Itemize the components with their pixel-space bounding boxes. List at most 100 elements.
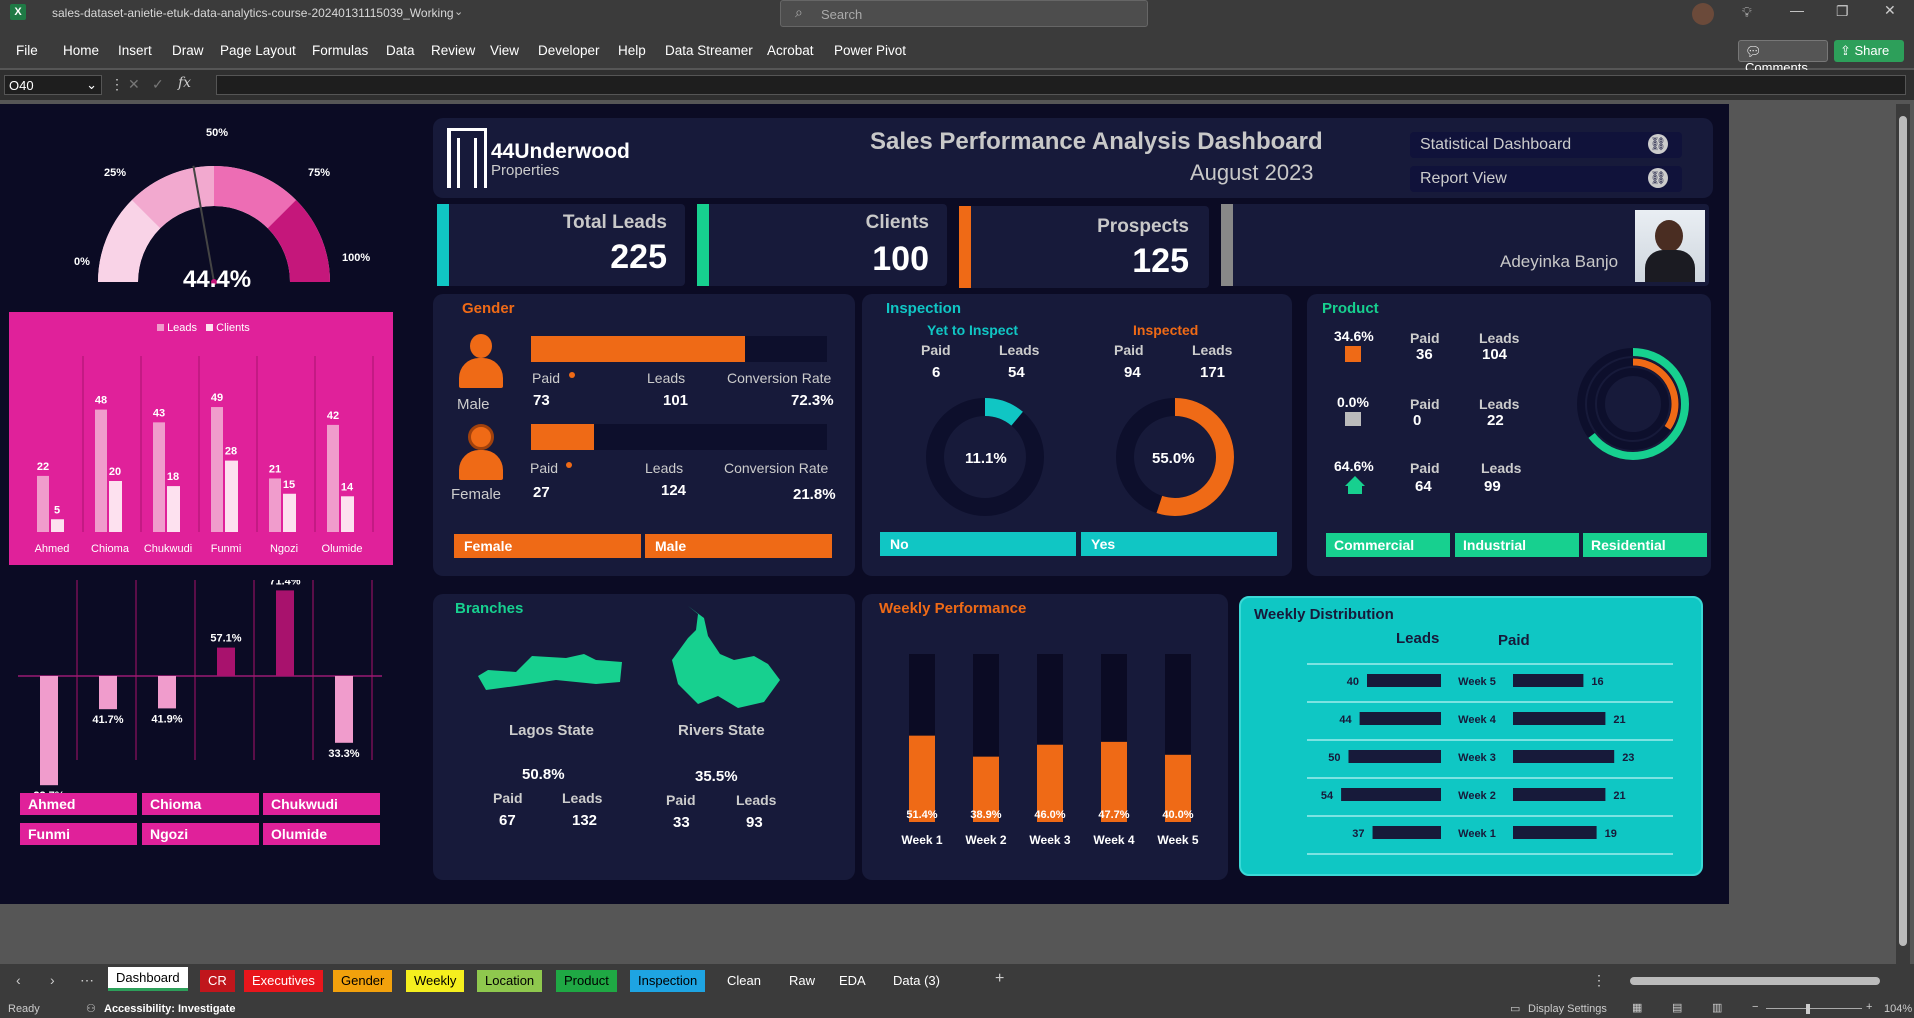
rivers-map-icon xyxy=(672,606,780,708)
share-button[interactable]: ⇪ Share xyxy=(1834,40,1904,62)
tab-eda[interactable]: EDA xyxy=(831,970,874,992)
menu-developer[interactable]: Developer xyxy=(538,43,600,58)
page-layout-icon[interactable]: ▤ xyxy=(1672,1001,1682,1014)
gender-panel: Gender Male Paid Leads Conversion Rate 7… xyxy=(433,294,855,576)
chevron-down-icon[interactable]: ⌄ xyxy=(454,5,463,18)
zoom-slider[interactable] xyxy=(1766,1008,1862,1009)
menu-data-streamer[interactable]: Data Streamer xyxy=(665,43,753,58)
header-panel: 44Underwood Properties Sales Performance… xyxy=(433,118,1713,198)
menu-page-layout[interactable]: Page Layout xyxy=(220,43,296,58)
menu-acrobat[interactable]: Acrobat xyxy=(767,43,814,58)
more-icon[interactable]: ⋮ xyxy=(110,76,124,93)
dist-paid-label: 16 xyxy=(1591,676,1603,688)
rivers-leads-label: Leads xyxy=(736,792,777,808)
tab-data-3[interactable]: Data (3) xyxy=(885,970,948,992)
tab-clean[interactable]: Clean xyxy=(719,970,769,992)
tab-inspection[interactable]: Inspection xyxy=(630,970,706,992)
bar-clients xyxy=(225,460,238,532)
week-label: Week 1 xyxy=(901,833,942,847)
zoom-out-icon[interactable]: − xyxy=(1752,1001,1758,1013)
search-box[interactable]: ⌕ Search xyxy=(780,0,1148,27)
menu-file[interactable]: File xyxy=(16,43,38,58)
slicer-yes[interactable]: Yes xyxy=(1081,532,1277,556)
file-name[interactable]: sales-dataset-anietie-etuk-data-analytic… xyxy=(52,6,454,20)
rate-label: 57.1% xyxy=(210,633,241,645)
status-display-settings[interactable]: Display Settings xyxy=(1528,1003,1607,1015)
slicer-female[interactable]: Female xyxy=(454,534,641,558)
prev-sheet-icon[interactable]: ‹ xyxy=(16,972,21,988)
lightbulb-icon[interactable]: 💡︎ xyxy=(1742,4,1752,21)
more-sheets-icon[interactable]: ⋯ xyxy=(80,972,94,989)
dist-leads-bar xyxy=(1348,750,1441,763)
slicer-ngozi[interactable]: Ngozi xyxy=(142,823,259,845)
minimize-icon[interactable]: — xyxy=(1790,2,1804,18)
more-options-icon[interactable]: ⋮ xyxy=(1592,972,1606,989)
slicer-ahmed[interactable]: Ahmed xyxy=(20,793,137,815)
tab-raw[interactable]: Raw xyxy=(781,970,823,992)
tab-location[interactable]: Location xyxy=(477,970,543,992)
slicer-chukwudi[interactable]: Chukwudi xyxy=(263,793,380,815)
comments-button[interactable]: 💬︎ Comments xyxy=(1738,40,1828,75)
vertical-scrollbar[interactable] xyxy=(1896,104,1910,964)
slicer-industrial[interactable]: Industrial xyxy=(1455,533,1579,557)
done-paid-label: Paid xyxy=(1114,342,1144,358)
status-accessibility[interactable]: Accessibility: Investigate xyxy=(104,1003,235,1015)
menu-formulas[interactable]: Formulas xyxy=(312,43,368,58)
next-sheet-icon[interactable]: › xyxy=(50,972,55,988)
menu-data[interactable]: Data xyxy=(386,43,415,58)
slicer-residential[interactable]: Residential xyxy=(1583,533,1707,557)
zoom-in-icon[interactable]: + xyxy=(1866,1001,1872,1013)
scroll-thumb[interactable] xyxy=(1899,116,1907,946)
slicer-funmi[interactable]: Funmi xyxy=(20,823,137,845)
slicer-commercial[interactable]: Commercial xyxy=(1326,533,1450,557)
add-sheet-icon[interactable]: + xyxy=(995,970,1004,988)
tab-executives[interactable]: Executives xyxy=(244,970,323,992)
slicer-chioma[interactable]: Chioma xyxy=(142,793,259,815)
rate-label: 33.3% xyxy=(328,748,359,760)
slicer-male[interactable]: Male xyxy=(645,534,832,558)
tab-weekly[interactable]: Weekly xyxy=(406,970,465,992)
done-pct: 55.0% xyxy=(1152,450,1195,467)
menu-view[interactable]: View xyxy=(490,43,519,58)
yet-leads: 54 xyxy=(1008,364,1025,381)
profile-name: Adeyinka Banjo xyxy=(1500,252,1619,271)
menu-draw[interactable]: Draw xyxy=(172,43,204,58)
menu-review[interactable]: Review xyxy=(431,43,475,58)
zoom-slider-thumb[interactable] xyxy=(1806,1004,1810,1014)
formula-input[interactable] xyxy=(216,75,1906,95)
dashboard-sheet[interactable]: 0% 25% 50% 75% 100% 44.4% Leads Clients … xyxy=(0,104,1729,904)
page-break-icon[interactable]: ▥ xyxy=(1712,1001,1722,1014)
name-box[interactable]: O40 ⌄ xyxy=(4,75,102,95)
nav-report-view[interactable]: Report View ⛓︎ xyxy=(1410,166,1682,192)
tab-product[interactable]: Product xyxy=(556,970,617,992)
horizontal-scrollbar[interactable] xyxy=(1618,976,1900,986)
yet-paid-label: Paid xyxy=(921,342,951,358)
dist-leads-label: 44 xyxy=(1339,714,1352,726)
menu-power-pivot[interactable]: Power Pivot xyxy=(834,43,906,58)
tab-cr[interactable]: CR xyxy=(200,970,235,992)
category-label: Funmi xyxy=(211,543,242,555)
tab-gender[interactable]: Gender xyxy=(333,970,393,992)
menu-insert[interactable]: Insert xyxy=(118,43,152,58)
enter-icon[interactable]: ✓ xyxy=(152,76,164,93)
menu-help[interactable]: Help xyxy=(618,43,646,58)
product-industrial-paid-label: Paid xyxy=(1410,396,1440,412)
avatar[interactable] xyxy=(1692,3,1714,25)
function-icon[interactable]: fx xyxy=(178,75,191,91)
close-icon[interactable]: ✕ xyxy=(1884,2,1896,19)
nav-statistical-dashboard[interactable]: Statistical Dashboard ⛓︎ xyxy=(1410,132,1682,158)
slicer-no[interactable]: No xyxy=(880,532,1076,556)
rivers-paid: 33 xyxy=(673,814,690,831)
cancel-icon[interactable]: ✕ xyxy=(128,76,140,93)
normal-view-icon[interactable]: ▦ xyxy=(1632,1001,1642,1014)
dist-paid-label: 21 xyxy=(1613,790,1625,802)
restore-icon[interactable]: ❐ xyxy=(1836,3,1849,20)
bar-label-clients: 5 xyxy=(54,504,60,516)
hscroll-thumb[interactable] xyxy=(1630,977,1880,985)
tab-dashboard[interactable]: Dashboard xyxy=(108,967,188,991)
slicer-olumide[interactable]: Olumide xyxy=(263,823,380,845)
radial-inner-track xyxy=(1597,368,1669,440)
bar-label-clients: 18 xyxy=(167,471,179,483)
menu-home[interactable]: Home xyxy=(63,43,99,58)
status-zoom[interactable]: 104% xyxy=(1884,1003,1912,1015)
